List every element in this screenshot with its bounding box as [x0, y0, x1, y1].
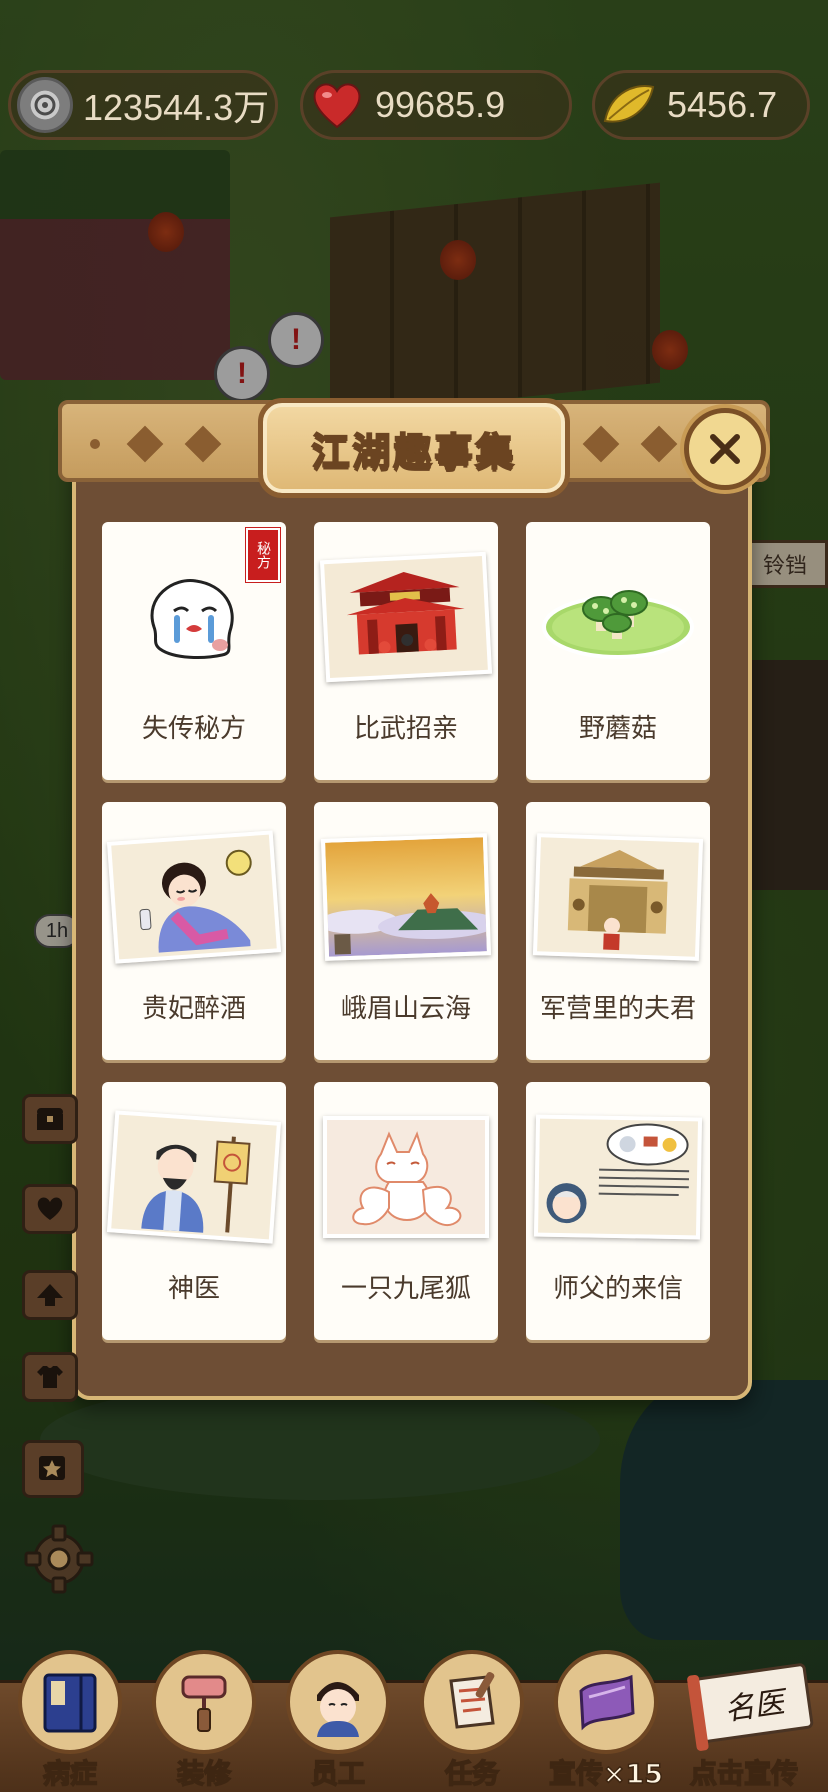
side-upgrade-button[interactable]	[22, 1270, 78, 1320]
nav-click-promote[interactable]: 名医 点击宣传	[686, 1650, 820, 1792]
card-divine-doctor[interactable]: 神医	[102, 1082, 286, 1340]
card-label: 一只九尾狐	[340, 1274, 471, 1304]
card-label: 军营里的夫君	[539, 994, 696, 1024]
side-heart-button[interactable]	[22, 1184, 78, 1234]
card-art	[102, 802, 286, 992]
heart-value: 99685.9	[375, 84, 506, 125]
ornament-diamond	[640, 425, 678, 463]
card-label: 贵妃醉酒	[141, 994, 246, 1024]
chest-icon	[37, 1108, 63, 1130]
side-collection-button[interactable]	[22, 1440, 84, 1498]
doctor-photo	[106, 1110, 282, 1244]
mushroom-plate	[542, 590, 694, 659]
ornament-dot	[90, 439, 100, 449]
crying-ghost-icon	[150, 579, 234, 659]
card-wild-mushroom[interactable]: 野蘑菇	[526, 522, 710, 780]
nav-bubble	[152, 1650, 256, 1754]
task-scroll-icon	[449, 1671, 495, 1729]
heart-counter[interactable]: 99685.9	[300, 70, 572, 140]
promo-scroll-icon	[579, 1674, 635, 1731]
paint-roller-icon	[181, 1675, 227, 1732]
card-emei-cloud-sea[interactable]: 峨眉山云海	[314, 802, 498, 1060]
ornament-diamond	[126, 425, 164, 463]
arrow-up-icon	[37, 1284, 63, 1306]
card-label: 峨眉山云海	[340, 994, 471, 1024]
nav-staff[interactable]: 员工	[278, 1650, 398, 1792]
gear-icon	[24, 1524, 94, 1594]
modal-title: 江湖趣事集	[310, 429, 517, 475]
stamp-text: 秘方	[255, 541, 271, 569]
cloud-sea-photo	[320, 833, 492, 961]
concubine-photo	[106, 830, 282, 964]
nav-bubble	[420, 1650, 524, 1754]
card-art	[526, 802, 710, 992]
letter-photo	[533, 1114, 703, 1240]
card-drunken-concubine[interactable]: 贵妃醉酒	[102, 802, 286, 1060]
palace-photo	[319, 551, 493, 683]
nav-label: 宣传×15	[548, 1758, 664, 1791]
close-icon	[710, 434, 740, 464]
nav-label: 点击宣传	[689, 1758, 799, 1791]
card-art	[314, 522, 498, 712]
card-lost-recipe[interactable]: 秘方 失传秘方	[102, 522, 286, 780]
settings-button[interactable]	[20, 1520, 98, 1598]
card-husband-in-barracks[interactable]: 军营里的夫君	[526, 802, 710, 1060]
side-chest-button[interactable]	[22, 1094, 78, 1144]
shirt-icon	[37, 1366, 63, 1388]
modal-title-plate: 江湖趣事集	[258, 398, 570, 498]
nav-label: 员工	[310, 1758, 366, 1791]
leaf-counter[interactable]: 5456.7	[592, 70, 810, 140]
ornament-diamond	[582, 425, 620, 463]
banner: 名医	[686, 1662, 815, 1752]
nav-label: 任务	[444, 1758, 500, 1791]
nav-decorate[interactable]: 装修	[144, 1650, 264, 1792]
nav-label: 病症	[42, 1758, 98, 1791]
card-label: 失传秘方	[141, 714, 246, 744]
card-art	[314, 802, 498, 992]
nav-symptoms[interactable]: 病症	[10, 1650, 130, 1792]
barracks-photo	[532, 833, 704, 961]
card-master-letter[interactable]: 师父的来信	[526, 1082, 710, 1340]
ornament-diamond	[184, 425, 222, 463]
nav-label: 装修	[176, 1758, 232, 1791]
banner-icon	[686, 1674, 710, 1752]
heart-icon	[309, 77, 365, 133]
card-art	[314, 1082, 498, 1272]
card-art	[102, 1082, 286, 1272]
side-clothing-button[interactable]	[22, 1352, 78, 1402]
card-label: 野蘑菇	[578, 714, 657, 744]
card-label: 比武招亲	[353, 714, 458, 744]
close-button[interactable]	[684, 408, 766, 490]
coin-icon	[17, 77, 73, 133]
card-label: 神医	[167, 1274, 220, 1304]
nav-promote-count[interactable]: 宣传×15	[546, 1650, 666, 1792]
nav-tasks[interactable]: 任务	[412, 1650, 532, 1792]
secret-recipe-stamp: 秘方	[246, 528, 280, 582]
nav-bubble	[18, 1650, 122, 1754]
card-martial-marriage[interactable]: 比武招亲	[314, 522, 498, 780]
card-art	[526, 1082, 710, 1272]
staff-avatar-icon	[317, 1682, 359, 1737]
card-label: 师父的来信	[552, 1274, 683, 1304]
card-art	[526, 522, 710, 712]
nine-tail-fox-photo	[323, 1116, 489, 1238]
heart-outline-icon	[37, 1197, 63, 1220]
banner-text: 名医	[722, 1684, 787, 1728]
nav-bubble	[554, 1650, 658, 1754]
book-icon	[43, 1673, 97, 1733]
nav-bubble	[286, 1650, 390, 1754]
star-book-icon	[39, 1456, 65, 1480]
coin-counter[interactable]: 123544.3万	[8, 70, 278, 140]
coin-value: 123544.3万	[83, 87, 270, 128]
leaf-value: 5456.7	[667, 84, 778, 125]
card-nine-tailed-fox[interactable]: 一只九尾狐	[314, 1082, 498, 1340]
leaf-icon	[601, 77, 657, 133]
